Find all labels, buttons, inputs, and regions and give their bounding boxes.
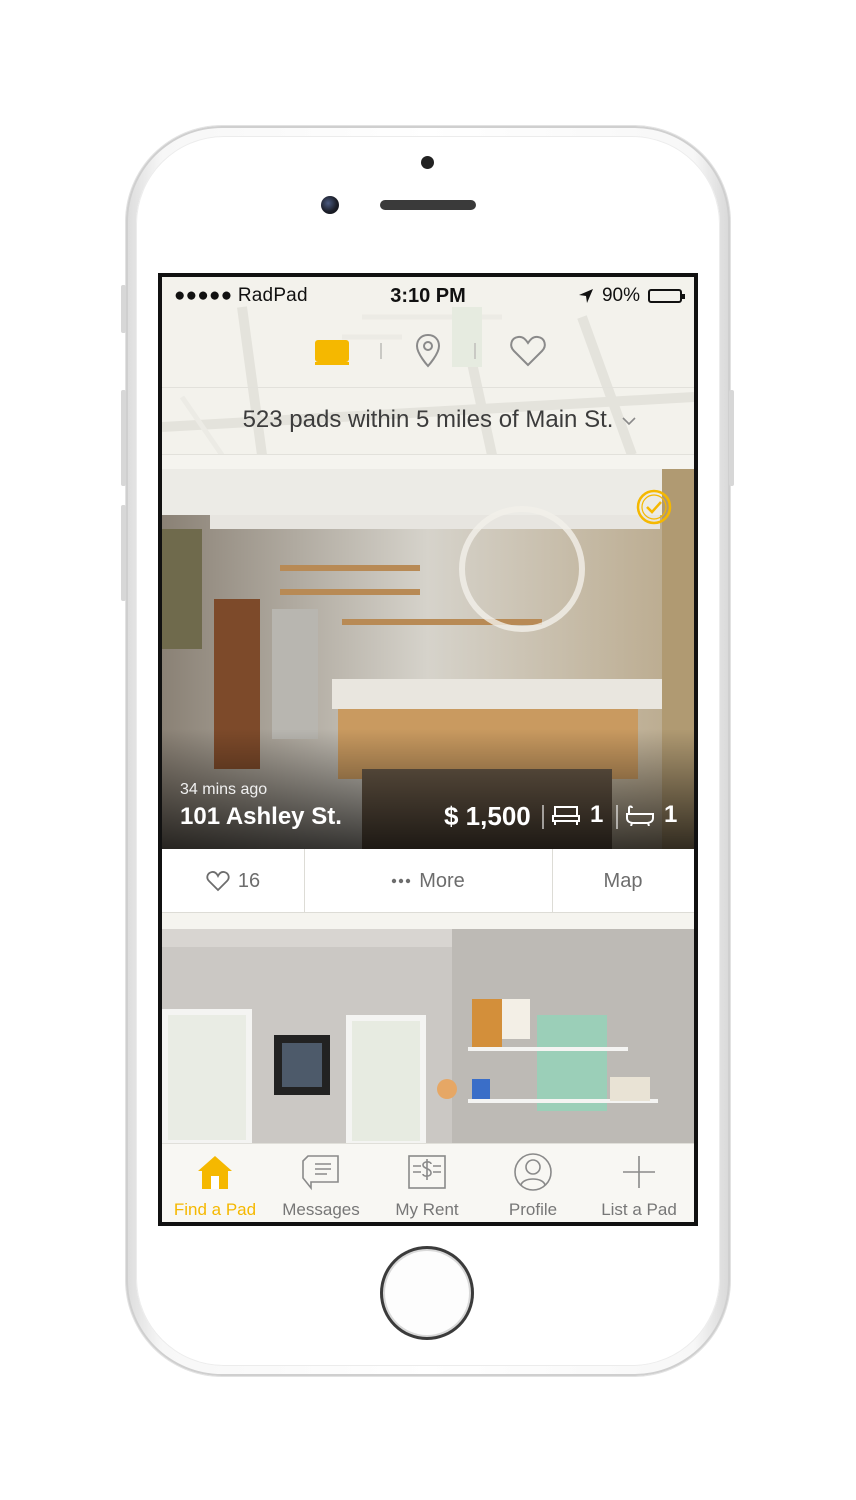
map-button[interactable]: Map bbox=[552, 849, 694, 913]
more-button[interactable]: More bbox=[304, 849, 552, 913]
posted-time: 34 mins ago bbox=[180, 781, 268, 798]
status-bar: ●●●●● RadPad 3:10 PM 90% bbox=[162, 277, 694, 315]
app-header: ●●●●● RadPad 3:10 PM 90% 523 pads within… bbox=[162, 277, 694, 455]
list-view-tab[interactable] bbox=[312, 331, 352, 371]
bed-count-value: 1 bbox=[590, 801, 604, 828]
tab-my-rent[interactable]: My Rent bbox=[374, 1144, 480, 1222]
listing-address: 101 Ashley St. bbox=[180, 803, 342, 830]
bed-count: 1 bbox=[552, 801, 603, 829]
tab-label: Messages bbox=[282, 1200, 360, 1219]
battery-icon bbox=[648, 289, 685, 303]
living-room-photo bbox=[162, 929, 694, 1144]
listing-photo[interactable]: 34 mins ago 101 Ashley St. $ 1,500 1 1 bbox=[162, 469, 694, 849]
volume-up-button bbox=[121, 390, 126, 486]
search-summary: 523 pads within 5 miles of Main St. bbox=[242, 406, 614, 433]
tab-label: My Rent bbox=[395, 1200, 459, 1219]
stats-divider bbox=[542, 805, 544, 829]
home-button[interactable] bbox=[380, 1246, 474, 1340]
list-view-icon bbox=[315, 340, 349, 365]
plus-icon bbox=[623, 1156, 655, 1188]
ellipsis-icon bbox=[392, 878, 411, 884]
view-switcher bbox=[162, 325, 694, 377]
map-pin-icon bbox=[415, 333, 441, 368]
bath-count: 1 bbox=[626, 801, 677, 829]
more-label: More bbox=[419, 869, 465, 892]
profile-icon bbox=[514, 1153, 552, 1191]
house-icon bbox=[198, 1156, 232, 1189]
app-viewport: ●●●●● RadPad 3:10 PM 90% 523 pads within… bbox=[162, 277, 694, 1222]
tab-profile[interactable]: Profile bbox=[480, 1144, 586, 1222]
like-button[interactable]: 16 bbox=[162, 849, 304, 913]
nav-divider bbox=[380, 343, 382, 359]
mute-switch bbox=[121, 285, 126, 333]
chevron-down-icon bbox=[622, 417, 636, 426]
like-count: 16 bbox=[237, 869, 261, 892]
volume-down-button bbox=[121, 505, 126, 601]
phone-screen: ●●●●● RadPad 3:10 PM 90% 523 pads within… bbox=[158, 273, 698, 1226]
listing-actions: 16 More Map bbox=[162, 849, 694, 913]
heart-icon bbox=[206, 871, 230, 892]
tab-label: List a Pad bbox=[601, 1200, 677, 1219]
tab-label: Find a Pad bbox=[173, 1200, 257, 1219]
listing-price: $ 1,500 bbox=[444, 801, 531, 831]
bath-count-value: 1 bbox=[664, 801, 678, 828]
map-label: Map bbox=[603, 869, 643, 892]
tab-label: Profile bbox=[508, 1200, 558, 1219]
rent-bill-icon bbox=[408, 1155, 446, 1189]
heart-icon bbox=[510, 335, 546, 367]
location-arrow-icon bbox=[578, 289, 593, 303]
battery-percent: 90% bbox=[601, 285, 640, 306]
bed-icon bbox=[552, 806, 580, 825]
stats-divider bbox=[616, 805, 618, 829]
front-sensor bbox=[421, 156, 434, 169]
earpiece-speaker bbox=[380, 200, 476, 210]
front-camera bbox=[321, 196, 339, 214]
verified-check-icon[interactable] bbox=[636, 489, 672, 525]
tab-messages[interactable]: Messages bbox=[268, 1144, 374, 1222]
tab-list-a-pad[interactable]: List a Pad bbox=[586, 1144, 692, 1222]
status-right: 90% bbox=[578, 285, 685, 307]
bottom-tab-bar: Find a Pad Messages My Rent Profile List… bbox=[162, 1143, 694, 1222]
power-button bbox=[729, 390, 734, 486]
listing-photo[interactable] bbox=[162, 929, 694, 1144]
search-filter-bar[interactable]: 523 pads within 5 miles of Main St. bbox=[162, 387, 694, 455]
tab-find-a-pad[interactable]: Find a Pad bbox=[162, 1144, 268, 1222]
favorites-view-tab[interactable] bbox=[508, 331, 548, 371]
map-view-tab[interactable] bbox=[408, 331, 448, 371]
bathtub-icon bbox=[626, 805, 654, 826]
nav-divider bbox=[474, 343, 476, 359]
message-bubble-icon bbox=[302, 1155, 339, 1191]
